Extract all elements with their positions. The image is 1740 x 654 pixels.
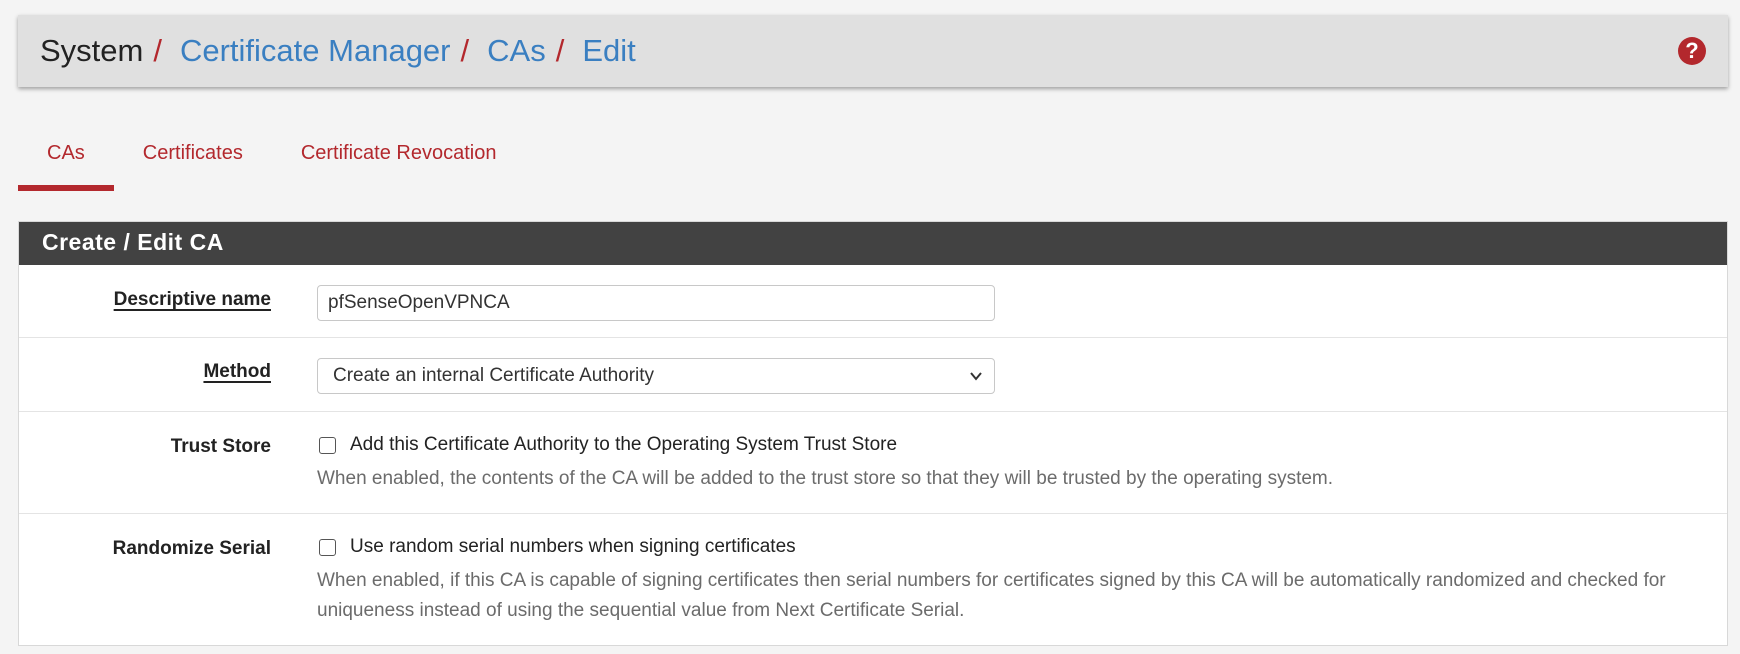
- trust-store-label: Trust Store: [170, 436, 271, 457]
- randomize-serial-label: Randomize Serial: [112, 538, 271, 559]
- method-select-value: Create an internal Certificate Authority: [333, 365, 655, 386]
- breadcrumb: System / Certificate Manager / CAs / Edi…: [40, 33, 636, 69]
- tab-cas[interactable]: CAs: [18, 128, 114, 191]
- randomize-serial-checkbox[interactable]: [319, 538, 336, 556]
- method-label[interactable]: Method: [203, 361, 271, 383]
- trust-store-checkbox[interactable]: [319, 436, 336, 454]
- descriptive-name-row: Descriptive name: [19, 265, 1727, 338]
- breadcrumb-separator: /: [555, 33, 565, 68]
- tab-certificates[interactable]: Certificates: [114, 128, 272, 191]
- tab-bar: CAs Certificates Certificate Revocation: [18, 128, 525, 191]
- question-circle-icon[interactable]: ?: [1678, 37, 1706, 65]
- breadcrumb-separator: /: [460, 33, 470, 68]
- method-select[interactable]: Create an internal Certificate Authority: [317, 358, 995, 394]
- breadcrumb-cas[interactable]: CAs: [487, 33, 546, 69]
- trust-store-help: When enabled, the contents of the CA wil…: [317, 468, 1334, 489]
- tab-certificate-revocation[interactable]: Certificate Revocation: [272, 128, 526, 191]
- breadcrumb-edit[interactable]: Edit: [582, 33, 635, 69]
- breadcrumb-root: System: [40, 33, 144, 68]
- randomize-serial-checkbox-label[interactable]: Use random serial numbers when signing c…: [350, 536, 796, 558]
- chevron-down-icon: [970, 372, 982, 381]
- breadcrumb-certificate-manager[interactable]: Certificate Manager: [180, 33, 451, 69]
- randomize-serial-row: Randomize Serial Use random serial numbe…: [19, 514, 1727, 645]
- descriptive-name-label[interactable]: Descriptive name: [114, 289, 271, 311]
- method-row: Method Create an internal Certificate Au…: [19, 338, 1727, 412]
- breadcrumb-separator: /: [153, 33, 162, 68]
- panel-title: Create / Edit CA: [19, 222, 1727, 265]
- descriptive-name-input[interactable]: [317, 285, 995, 321]
- trust-store-checkbox-label[interactable]: Add this Certificate Authority to the Op…: [350, 434, 897, 456]
- breadcrumb-bar: System / Certificate Manager / CAs / Edi…: [18, 15, 1728, 87]
- randomize-serial-help: When enabled, if this CA is capable of s…: [317, 570, 1666, 621]
- trust-store-row: Trust Store Add this Certificate Authori…: [19, 412, 1727, 514]
- create-edit-ca-panel: Create / Edit CA Descriptive name Method…: [18, 221, 1728, 646]
